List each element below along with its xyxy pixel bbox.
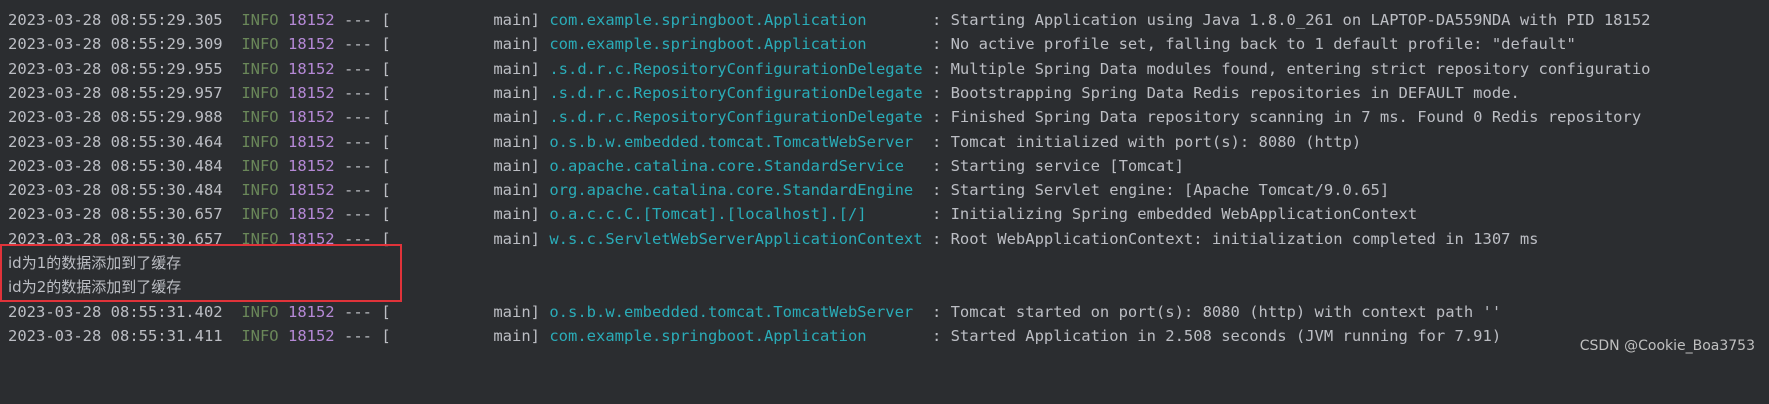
log-message: : Started Application in 2.508 seconds (… [931,326,1502,345]
log-separator: --- [344,156,372,175]
log-timestamp: 2023-03-28 08:55:29.955 [8,59,223,78]
log-logger: com.example.springboot.Application [549,11,932,29]
log-logger: w.s.c.ServletWebServerApplicationContext [549,229,923,248]
log-thread: [ main] [381,181,540,200]
log-timestamp: 2023-03-28 08:55:30.657 [8,205,223,224]
log-separator: --- [344,181,372,200]
log-line: 2023-03-28 08:55:29.955 INFO 18152 --- [… [8,57,1651,81]
log-thread: [ main] [381,229,540,248]
log-level: INFO [241,156,279,175]
log-level: INFO [241,302,279,321]
log-separator: --- [344,302,372,321]
log-pid: 18152 [287,35,335,54]
log-level: INFO [241,181,279,200]
log-pid: 18152 [287,205,335,224]
log-message: : Starting Servlet engine: [Apache Tomca… [922,181,1390,200]
log-line: 2023-03-28 08:55:30.484 INFO 18152 --- [… [8,154,1184,178]
log-line: 2023-03-28 08:55:30.464 INFO 18152 --- [… [8,130,1361,154]
log-level: INFO [241,108,279,127]
log-message: : Root WebApplicationContext: initializa… [922,229,1539,248]
log-thread: [ main] [381,302,540,321]
log-message: : No active profile set, falling back to… [931,35,1576,54]
log-separator: --- [344,35,372,54]
log-message: : Starting service [Tomcat] [922,156,1184,175]
log-line: 2023-03-28 08:55:31.411 INFO 18152 --- [… [8,324,1501,348]
log-pid: 18152 [287,11,335,29]
log-message: : Tomcat started on port(s): 8080 (http)… [922,302,1502,321]
log-thread: [ main] [381,11,540,29]
log-pid: 18152 [287,181,335,200]
console-output: 2023-03-28 08:55:29.305 INFO 18152 --- [… [0,0,1769,404]
log-timestamp: 2023-03-28 08:55:31.402 [8,302,223,321]
log-separator: --- [344,108,372,127]
log-logger: .s.d.r.c.RepositoryConfigurationDelegate [549,83,923,102]
log-separator: --- [344,326,372,345]
watermark: CSDN @Cookie_Boa3753 [1579,338,1755,354]
log-level: INFO [241,326,279,345]
log-line: 2023-03-28 08:55:29.309 INFO 18152 --- [… [8,32,1576,56]
log-thread: [ main] [381,326,540,345]
log-message: : Starting Application using Java 1.8.0_… [931,11,1651,29]
log-timestamp: 2023-03-28 08:55:29.309 [8,35,223,54]
log-pid: 18152 [287,83,335,102]
log-separator: --- [344,11,372,29]
log-pid: 18152 [287,59,335,78]
log-thread: [ main] [381,205,540,224]
log-timestamp: 2023-03-28 08:55:30.484 [8,156,223,175]
log-level: INFO [241,83,279,102]
log-line: 2023-03-28 08:55:30.657 INFO 18152 --- [… [8,202,1417,226]
log-pid: 18152 [287,108,335,127]
log-separator: --- [344,59,372,78]
log-logger: o.s.b.w.embedded.tomcat.TomcatWebServer [549,302,923,321]
log-pid: 18152 [287,302,335,321]
log-level: INFO [241,59,279,78]
log-thread: [ main] [381,132,540,151]
log-thread: [ main] [381,35,540,54]
log-timestamp: 2023-03-28 08:55:30.484 [8,181,223,200]
log-logger: org.apache.catalina.core.StandardEngine [549,181,923,200]
log-message: : Initializing Spring embedded WebApplic… [922,205,1418,224]
log-separator: --- [344,83,372,102]
log-level: INFO [241,205,279,224]
log-message: : Multiple Spring Data modules found, en… [922,59,1651,78]
log-timestamp: 2023-03-28 08:55:29.957 [8,83,223,102]
log-separator: --- [344,132,372,151]
log-logger: com.example.springboot.Application [549,326,932,345]
log-thread: [ main] [381,83,540,102]
log-level: INFO [241,132,279,151]
log-line: 2023-03-28 08:55:31.402 INFO 18152 --- [… [8,300,1501,324]
log-pid: 18152 [287,326,335,345]
highlight-box [0,244,402,302]
log-pid: 18152 [287,156,335,175]
log-timestamp: 2023-03-28 08:55:29.988 [8,108,223,127]
log-message: : Finished Spring Data repository scanni… [922,108,1642,127]
log-line: 2023-03-28 08:55:29.988 INFO 18152 --- [… [8,105,1641,129]
log-separator: --- [344,205,372,224]
log-logger: o.s.b.w.embedded.tomcat.TomcatWebServer [549,132,923,151]
log-thread: [ main] [381,156,540,175]
log-line: 2023-03-28 08:55:29.305 INFO 18152 --- [… [8,8,1651,32]
log-message: : Bootstrapping Spring Data Redis reposi… [922,83,1520,102]
log-thread: [ main] [381,108,540,127]
log-timestamp: 2023-03-28 08:55:31.411 [8,326,223,345]
log-line: 2023-03-28 08:55:30.484 INFO 18152 --- [… [8,178,1389,202]
log-thread: [ main] [381,59,540,78]
log-logger: com.example.springboot.Application [549,35,932,54]
log-pid: 18152 [287,132,335,151]
log-timestamp: 2023-03-28 08:55:30.464 [8,132,223,151]
log-level: INFO [241,35,279,54]
log-line: 2023-03-28 08:55:29.957 INFO 18152 --- [… [8,81,1520,105]
log-level: INFO [241,11,279,29]
log-logger: .s.d.r.c.RepositoryConfigurationDelegate [549,59,923,78]
log-logger: o.apache.catalina.core.StandardService [549,156,923,175]
log-logger: .s.d.r.c.RepositoryConfigurationDelegate [549,108,923,127]
log-logger: o.a.c.c.C.[Tomcat].[localhost].[/] [549,205,923,224]
log-timestamp: 2023-03-28 08:55:29.305 [8,11,223,29]
log-message: : Tomcat initialized with port(s): 8080 … [922,132,1362,151]
